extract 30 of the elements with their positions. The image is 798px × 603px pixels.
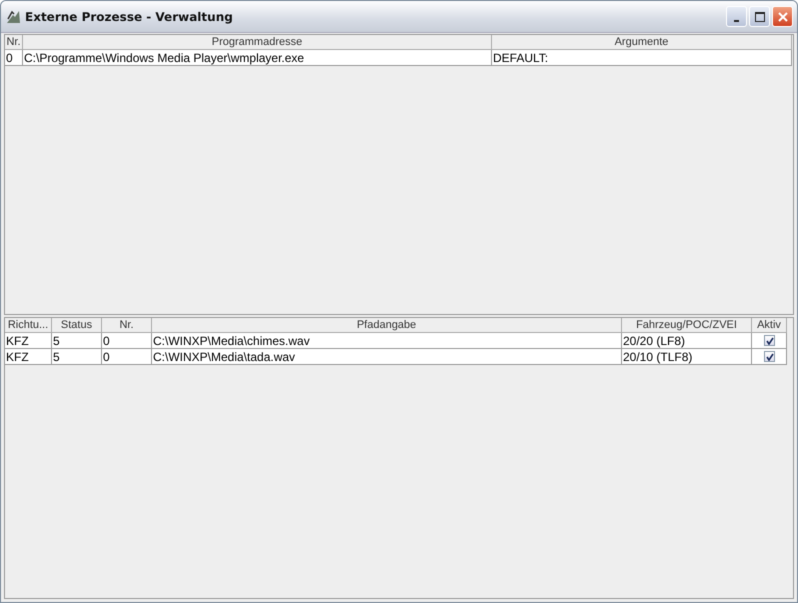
table-cell: KFZ — [5, 333, 52, 349]
column-header[interactable]: Programmadresse — [23, 35, 492, 50]
close-button[interactable] — [772, 6, 793, 27]
column-header[interactable]: Nr. — [5, 35, 23, 50]
table-cell: C:\WINXP\Media\tada.wav — [152, 349, 622, 365]
table-cell: DEFAULT: — [492, 50, 792, 66]
close-icon — [778, 12, 788, 22]
checkbox[interactable] — [764, 335, 775, 346]
column-header[interactable]: Richtu... — [5, 318, 52, 333]
table-cell: 0 — [102, 349, 152, 365]
table-cell: 20/10 (TLF8) — [622, 349, 752, 365]
table-cell: C:\Programme\Windows Media Player\wmplayer.exe — [23, 50, 492, 66]
column-header[interactable]: Aktiv — [752, 318, 787, 333]
minimize-button[interactable] — [726, 6, 747, 27]
maximize-icon — [754, 12, 764, 22]
column-header[interactable]: Argumente — [492, 35, 792, 50]
table-cell: 0 — [5, 50, 23, 66]
checkbox[interactable] — [764, 351, 775, 362]
table-cell: C:\WINXP\Media\chimes.wav — [152, 333, 622, 349]
table-cell: 0 — [102, 333, 152, 349]
column-header[interactable]: Fahrzeug/POC/ZVEI — [622, 318, 752, 333]
table-cell: 20/20 (LF8) — [622, 333, 752, 349]
table-cell: 5 — [52, 349, 102, 365]
table-cell: KFZ — [5, 349, 52, 365]
maximize-button[interactable] — [749, 6, 770, 27]
column-header[interactable]: Pfadangabe — [152, 318, 622, 333]
column-header[interactable]: Nr. — [102, 318, 152, 333]
window-title: Externe Prozesse - Verwaltung — [25, 10, 234, 24]
table-cell: 5 — [52, 333, 102, 349]
column-header[interactable]: Status — [52, 318, 102, 333]
